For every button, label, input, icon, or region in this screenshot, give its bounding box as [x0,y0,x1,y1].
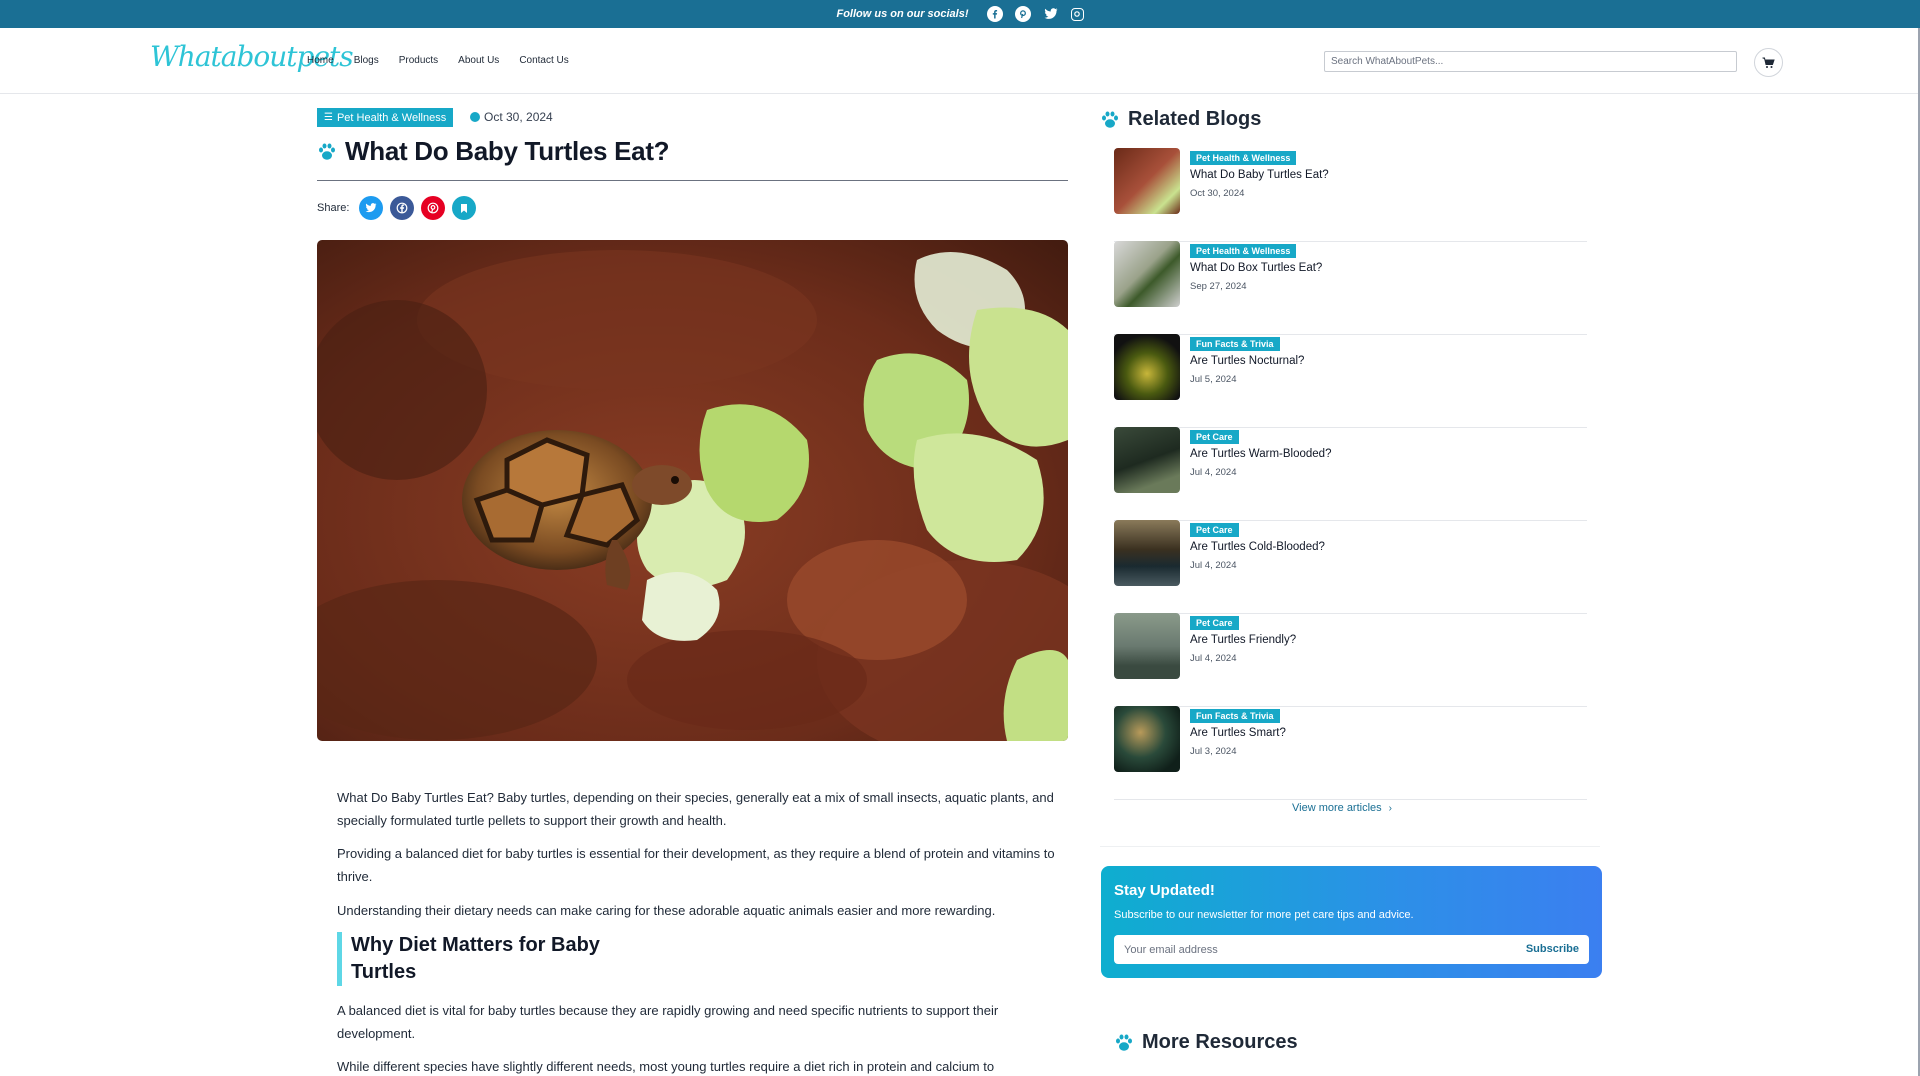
top-bar: Follow us on our socials! [0,0,1920,28]
article-paragraph: Providing a balanced diet for baby turtl… [337,846,1055,884]
main-nav: Home Blogs Products About Us Contact Us [307,55,569,66]
related-blog-category[interactable]: Pet Care [1190,616,1239,630]
view-more-articles-link[interactable]: View more articles › [1292,802,1392,814]
related-blog-title[interactable]: What Do Baby Turtles Eat? [1190,169,1329,181]
subscribe-button[interactable]: Subscribe [1526,943,1579,955]
nav-products[interactable]: Products [399,55,438,66]
bookmark-icon [461,203,468,213]
related-blog-title[interactable]: Are Turtles Smart? [1190,727,1286,739]
share-label: Share: [317,202,350,214]
cart-icon [1762,57,1775,68]
share-bookmark-button[interactable] [452,196,477,220]
share-pinterest-button[interactable] [421,196,446,220]
view-more-label: View more articles [1292,802,1382,814]
share-facebook-button[interactable] [390,196,415,220]
related-blog-title[interactable]: Are Turtles Cold-Blooded? [1190,541,1325,553]
related-blog-item[interactable]: Fun Facts & Trivia Are Turtles Nocturnal… [1114,334,1587,428]
related-blog-item[interactable]: Pet Care Are Turtles Warm-Blooded? Jul 4… [1114,427,1587,521]
chevron-right-icon: › [1388,802,1393,814]
related-blog-category[interactable]: Pet Care [1190,523,1239,537]
cart-button[interactable] [1754,48,1783,77]
follow-text: Follow us on our socials! [836,8,969,20]
related-blog-category[interactable]: Pet Care [1190,430,1239,444]
related-blog-item[interactable]: Fun Facts & Trivia Are Turtles Smart? Ju… [1114,706,1587,800]
article-category: Pet Health & Wellness [336,111,447,124]
share-twitter-button[interactable] [359,196,384,220]
related-blog-thumbnail[interactable] [1114,706,1180,772]
related-blog-thumbnail[interactable] [1114,427,1180,493]
related-blog-title[interactable]: Are Turtles Nocturnal? [1190,355,1304,367]
article-date-text: Oct 30, 2024 [484,110,553,124]
related-blog-item[interactable]: Pet Care Are Turtles Friendly? Jul 4, 20… [1114,613,1587,707]
nav-home[interactable]: Home [307,55,334,66]
more-resources-title: More Resources [1142,1031,1298,1053]
related-blogs-heading: Related Blogs [1100,108,1261,131]
related-blog-date: Jul 4, 2024 [1190,467,1237,478]
related-blog-date: Oct 30, 2024 [1190,188,1245,199]
nav-contact-us[interactable]: Contact Us [519,55,568,66]
nav-blogs[interactable]: Blogs [354,55,379,66]
search-input[interactable] [1324,51,1737,72]
facebook-icon[interactable] [986,6,1003,22]
newsletter-form: Subscribe [1114,935,1589,964]
nav-about-us[interactable]: About Us [458,55,499,66]
related-blog-category[interactable]: Pet Health & Wellness [1190,244,1297,258]
related-blog-category[interactable]: Fun Facts & Trivia [1190,337,1280,351]
related-blog-title[interactable]: What Do Box Turtles Eat? [1190,262,1322,274]
related-blogs-title: Related Blogs [1128,108,1262,130]
twitter-icon[interactable] [1043,6,1059,22]
pinterest-icon[interactable] [1014,6,1031,22]
related-blog-date: Jul 4, 2024 [1190,653,1237,664]
related-blog-item[interactable]: Pet Health & Wellness What Do Baby Turtl… [1114,148,1587,242]
related-blog-thumbnail[interactable] [1114,520,1180,586]
list-icon: ☰ [324,112,333,123]
article-paragraph: What Do Baby Turtles Eat? Baby turtles, … [337,790,1054,828]
article-paragraph: A balanced diet is vital for baby turtle… [337,1003,999,1041]
article-paragraph: Understanding their dietary needs can ma… [337,903,996,918]
paw-icon [1102,111,1118,128]
related-blog-thumbnail[interactable] [1114,613,1180,679]
related-blog-title[interactable]: Are Turtles Friendly? [1190,634,1296,646]
related-blog-date: Jul 5, 2024 [1190,374,1237,385]
related-blog-date: Jul 4, 2024 [1190,560,1237,571]
article-category-badge[interactable]: ☰ Pet Health & Wellness [317,108,454,127]
newsletter-box: Stay Updated! Subscribe to our newslette… [1101,866,1602,978]
site-header: Whataboutpets Home Blogs Products About … [0,28,1920,94]
article-title: What Do Baby Turtles Eat? [345,136,670,166]
related-blog-item[interactable]: Pet Health & Wellness What Do Box Turtle… [1114,241,1587,335]
email-field[interactable] [1114,935,1494,964]
section-heading: Why Diet Matters for Baby Turtles [351,934,600,983]
related-blog-category[interactable]: Pet Health & Wellness [1190,151,1297,165]
newsletter-heading: Stay Updated! [1114,882,1215,899]
article-date: Oct 30, 2024 [470,110,553,124]
related-blog-date: Sep 27, 2024 [1190,281,1247,292]
title-divider [317,180,1068,181]
paw-icon [319,143,335,160]
pinterest-icon [428,202,439,214]
newsletter-text: Subscribe to our newsletter for more pet… [1114,909,1414,921]
more-resources-heading: More Resources [1114,1031,1298,1054]
share-bar: Share: [317,196,477,220]
article-hero-image [317,240,1068,741]
twitter-icon [366,203,377,213]
section-heading-block: Why Diet Matters for Baby Turtles [337,932,651,986]
clock-icon [470,112,480,122]
related-blog-date: Jul 3, 2024 [1190,746,1237,757]
related-blog-thumbnail[interactable] [1114,334,1180,400]
instagram-icon[interactable] [1070,7,1084,21]
related-blog-thumbnail[interactable] [1114,148,1180,214]
paw-icon [1116,1034,1132,1051]
related-blog-category[interactable]: Fun Facts & Trivia [1190,709,1280,723]
article-title-row: What Do Baby Turtles Eat? [317,136,670,167]
facebook-icon [397,202,408,214]
related-blog-thumbnail[interactable] [1114,241,1180,307]
related-blog-title[interactable]: Are Turtles Warm-Blooded? [1190,448,1331,460]
sidebar-divider [1100,846,1600,847]
related-blog-item[interactable]: Pet Care Are Turtles Cold-Blooded? Jul 4… [1114,520,1587,614]
article-paragraph: While different species have slightly di… [337,1059,995,1074]
